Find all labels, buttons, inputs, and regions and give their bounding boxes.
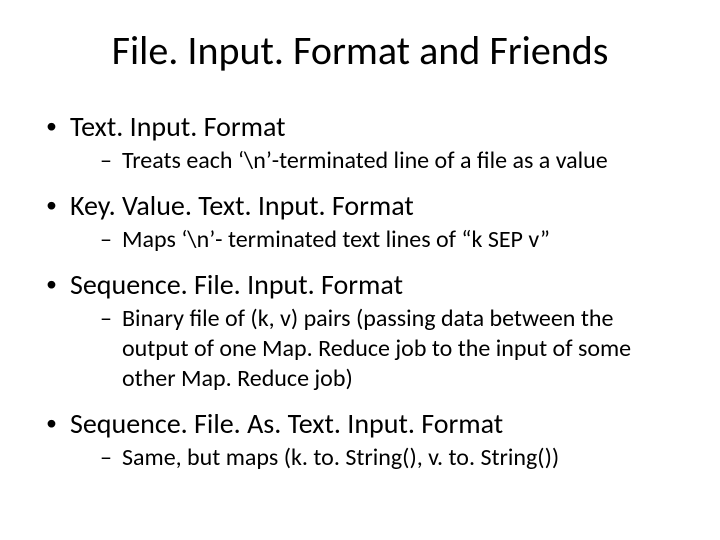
bullet-list: Text. Input. Format Treats each ‘\n’-ter… [36,109,684,473]
slide-title: File. Input. Format and Friends [36,26,684,75]
sub-list: Same, but maps (k. to. String(), v. to. … [70,443,684,473]
list-item: Text. Input. Format Treats each ‘\n’-ter… [44,109,684,176]
sub-list: Binary file of (k, v) pairs (passing dat… [70,304,684,394]
sub-list-item: Treats each ‘\n’-terminated line of a fi… [100,146,684,176]
list-item: Sequence. File. Input. Format Binary fil… [44,267,684,394]
list-item: Sequence. File. As. Text. Input. Format … [44,406,684,473]
bullet-label: Key. Value. Text. Input. Format [70,188,414,223]
slide: File. Input. Format and Friends Text. In… [0,0,720,540]
bullet-label: Text. Input. Format [70,109,286,144]
bullet-label: Sequence. File. As. Text. Input. Format [70,406,503,441]
sub-list: Maps ‘\n’- terminated text lines of “k S… [70,225,684,255]
sub-list: Treats each ‘\n’-terminated line of a fi… [70,146,684,176]
list-item: Key. Value. Text. Input. Format Maps ‘\n… [44,188,684,255]
sub-list-item: Maps ‘\n’- terminated text lines of “k S… [100,225,684,255]
sub-list-item: Same, but maps (k. to. String(), v. to. … [100,443,684,473]
bullet-label: Sequence. File. Input. Format [70,267,403,302]
sub-list-item: Binary file of (k, v) pairs (passing dat… [100,304,684,394]
